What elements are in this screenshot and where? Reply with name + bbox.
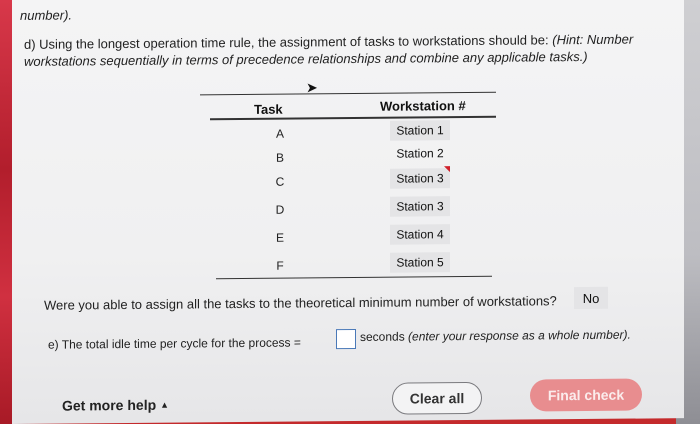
- task-cell-b: B: [275, 150, 284, 165]
- question-d-prefix: d) Using the longest operation time rule…: [24, 32, 553, 52]
- task-cell-c: C: [275, 174, 285, 189]
- instruction-label: (enter your response as a whole number).: [408, 327, 631, 344]
- question-min-workstations: Were you able to assign all the tasks to…: [44, 293, 557, 313]
- question-d: d) Using the longest operation time rule…: [24, 31, 634, 70]
- error-marker-icon: [444, 166, 450, 173]
- station-dropdown-d[interactable]: Station 3: [390, 196, 450, 217]
- header-workstation: Workstation #: [380, 98, 466, 114]
- table-header-rule: [210, 115, 496, 121]
- caret-up-icon: ▲: [160, 399, 170, 410]
- station-dropdown-e[interactable]: Station 4: [390, 224, 450, 245]
- task-cell-f: F: [276, 258, 284, 273]
- answer-dropdown-min[interactable]: No: [574, 286, 608, 310]
- idle-time-input[interactable]: [336, 328, 356, 350]
- station-dropdown-b[interactable]: Station 2: [390, 143, 450, 164]
- final-check-button[interactable]: Final check: [530, 378, 642, 412]
- task-cell-d: D: [275, 202, 285, 217]
- question-e: e) The total idle time per cycle for the…: [48, 335, 301, 352]
- question-e-suffix: seconds (enter your response as a whole …: [360, 328, 631, 344]
- station-dropdown-f[interactable]: Station 5: [390, 252, 450, 273]
- screen-panel: number). d) Using the longest operation …: [12, 0, 684, 424]
- header-task: Task: [254, 101, 283, 117]
- assignment-table: Task Workstation # A Station 1 B Station…: [200, 91, 500, 280]
- help-label: Get more help: [62, 396, 157, 414]
- question-fragment: number).: [20, 7, 73, 23]
- task-cell-e: E: [275, 230, 284, 245]
- units-label: seconds: [360, 329, 405, 344]
- clear-all-button[interactable]: Clear all: [392, 381, 482, 415]
- table-top-rule: [200, 91, 496, 96]
- get-more-help-button[interactable]: Get more help ▲: [62, 397, 169, 414]
- station-dropdown-c[interactable]: Station 3: [390, 168, 450, 189]
- task-cell-a: A: [275, 126, 284, 141]
- table-bottom-rule: [216, 275, 492, 280]
- station-dropdown-a[interactable]: Station 1: [390, 120, 450, 141]
